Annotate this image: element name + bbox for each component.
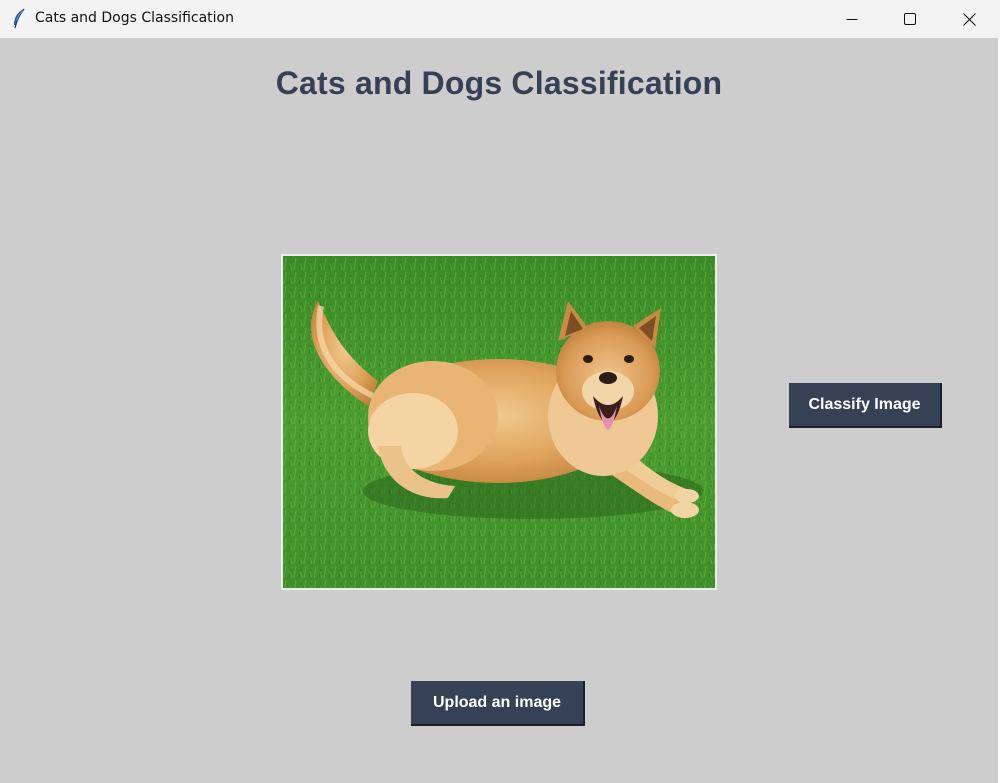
- minimize-button[interactable]: [823, 0, 881, 38]
- close-icon: [962, 12, 976, 26]
- app-window: Cats and Dogs Classification Cats and Do…: [0, 0, 1000, 783]
- upload-image-button[interactable]: Upload an image: [411, 681, 585, 726]
- dog-photo: [283, 256, 715, 588]
- client-area: Cats and Dogs Classification Classify Im…: [0, 38, 1000, 783]
- window-title: Cats and Dogs Classification: [35, 10, 234, 26]
- minimize-icon: [846, 13, 858, 25]
- uploaded-image: [281, 254, 717, 590]
- classify-image-button[interactable]: Classify Image: [789, 383, 942, 428]
- page-title: Cats and Dogs Classification: [275, 65, 723, 101]
- maximize-icon: [904, 13, 916, 25]
- title-bar[interactable]: Cats and Dogs Classification: [0, 0, 1000, 38]
- feather-icon: [11, 8, 27, 30]
- maximize-button[interactable]: [881, 0, 939, 38]
- close-button[interactable]: [940, 0, 998, 38]
